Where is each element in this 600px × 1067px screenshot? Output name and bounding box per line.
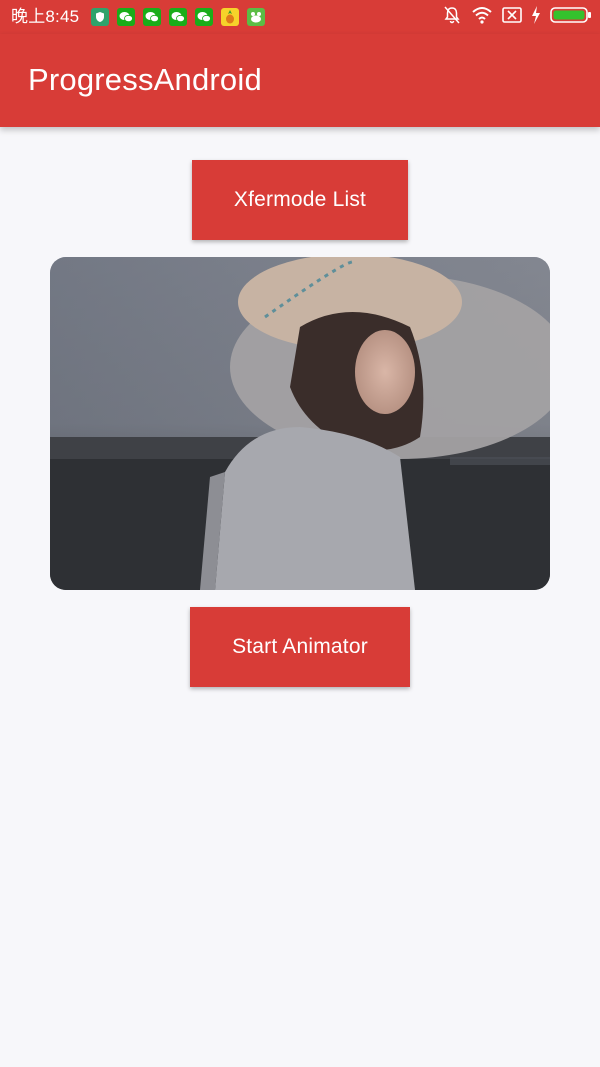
xfermode-list-button[interactable]: Xfermode List: [192, 160, 408, 240]
notifications-off-icon: [442, 5, 462, 30]
system-icons: [442, 5, 592, 30]
wechat-icon: [195, 8, 213, 26]
photo-image: [50, 257, 550, 590]
app-screen: 晚上8:45 ProgressAndroid Xfermode List Sta…: [0, 0, 600, 1067]
wechat-icon: [143, 8, 161, 26]
shield-app-icon: [91, 8, 109, 26]
start-animator-button[interactable]: Start Animator: [190, 607, 410, 687]
start-animator-label: Start Animator: [232, 635, 368, 658]
frog-app-icon: [247, 8, 265, 26]
wechat-icon: [169, 8, 187, 26]
notification-icons: [91, 8, 265, 26]
status-time: 晚上8:45: [11, 7, 80, 26]
sim-off-icon: [502, 6, 522, 29]
battery-icon: [550, 6, 592, 29]
status-bar: 晚上8:45: [0, 0, 600, 34]
wifi-icon: [471, 6, 493, 29]
pineapple-app-icon: [221, 8, 239, 26]
toolbar-title: ProgressAndroid: [28, 62, 262, 97]
charging-icon: [531, 5, 541, 29]
app-toolbar: ProgressAndroid: [0, 34, 600, 127]
wechat-icon: [117, 8, 135, 26]
xfermode-list-label: Xfermode List: [233, 188, 367, 211]
progress-photo: [50, 257, 550, 590]
